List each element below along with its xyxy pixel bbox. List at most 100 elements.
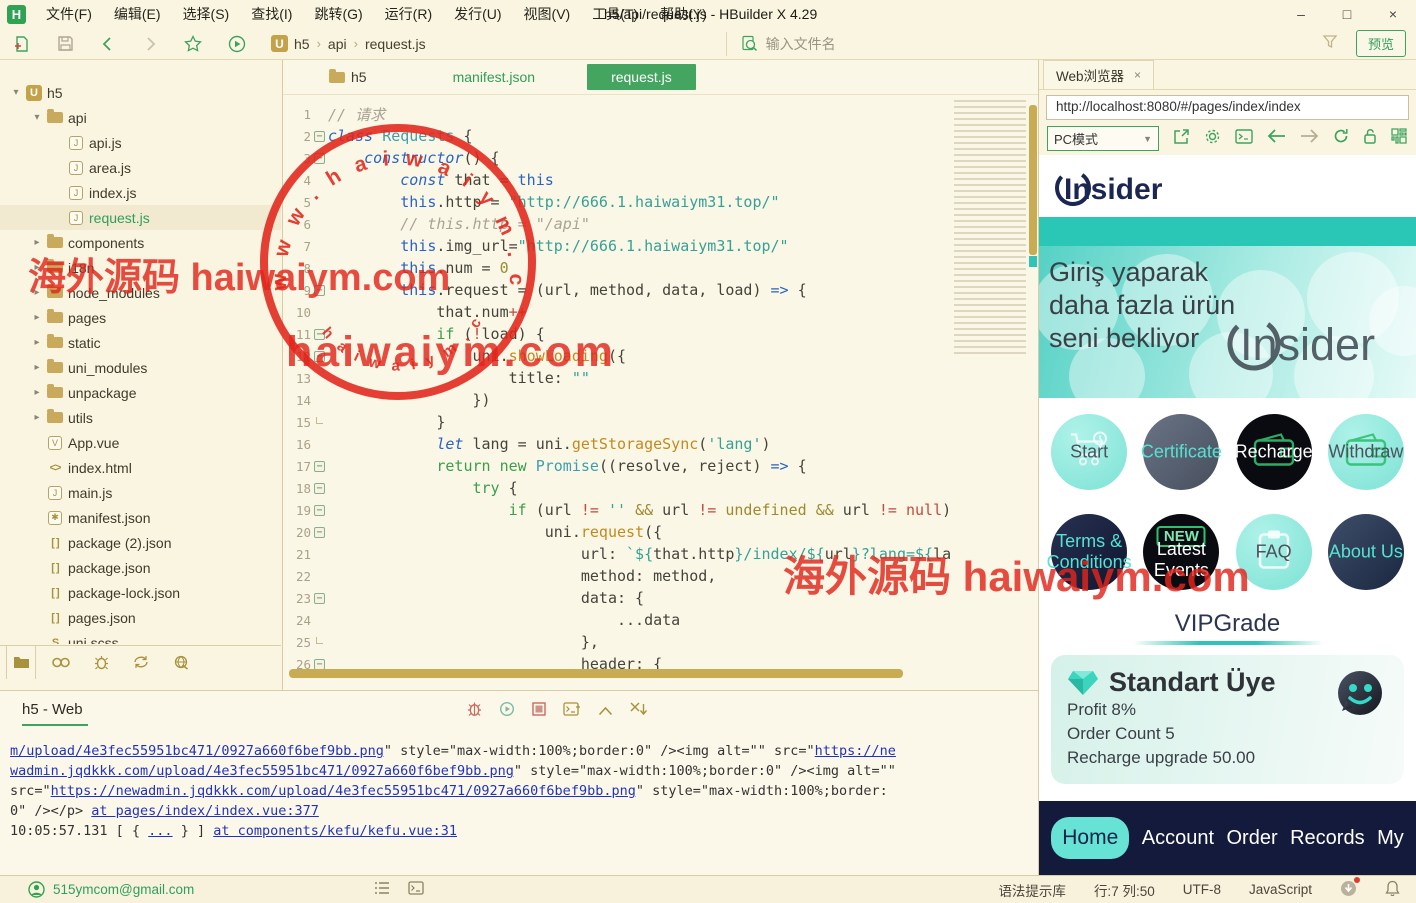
menu-item[interactable]: 视图(V) bbox=[513, 4, 582, 24]
fold-marker-icon[interactable]: − bbox=[311, 351, 328, 362]
device-mode-select[interactable]: PC模式 ▼ bbox=[1047, 126, 1159, 151]
console-link[interactable]: at components/kefu/kefu.vue:31 bbox=[213, 823, 457, 839]
editor-tab-manifest-json[interactable]: manifest.json bbox=[453, 69, 535, 85]
chevron-right-icon[interactable]: ▸ bbox=[29, 412, 45, 423]
tree-item-api-js[interactable]: Japi.js bbox=[0, 130, 281, 155]
horizontal-scrollbar[interactable] bbox=[289, 669, 903, 678]
tree-item-main-js[interactable]: Jmain.js bbox=[0, 480, 281, 505]
cursor-position[interactable]: 行:7 列:50 bbox=[1094, 880, 1155, 900]
fold-marker-icon[interactable]: − bbox=[311, 659, 328, 670]
language-mode[interactable]: JavaScript bbox=[1249, 882, 1312, 897]
vertical-scrollbar[interactable] bbox=[1029, 105, 1037, 255]
fold-collapse-icon[interactable]: − bbox=[314, 461, 325, 472]
menu-item[interactable]: 发行(U) bbox=[443, 4, 512, 24]
nav-item-order[interactable]: Order bbox=[1227, 827, 1278, 850]
chevron-right-icon[interactable]: ▸ bbox=[29, 337, 45, 348]
settings-gear-icon[interactable] bbox=[1204, 128, 1221, 150]
address-bar[interactable]: http://localhost:8080/#/pages/index/inde… bbox=[1046, 95, 1409, 120]
tree-item-api[interactable]: ▾api bbox=[0, 105, 281, 130]
breadcrumb-item[interactable]: request.js bbox=[365, 36, 426, 52]
menu-item[interactable]: 查找(I) bbox=[240, 4, 303, 24]
tree-item-index-js[interactable]: Jindex.js bbox=[0, 180, 281, 205]
shortcut-terms---conditions[interactable]: Terms & Conditions bbox=[1051, 514, 1127, 590]
chevron-right-icon[interactable]: ▸ bbox=[29, 262, 45, 273]
fold-marker-icon[interactable]: − bbox=[311, 285, 328, 296]
files-view-icon[interactable] bbox=[6, 646, 36, 679]
update-icon[interactable] bbox=[1340, 880, 1357, 900]
console-link[interactable]: wadmin.jqdkkk.com/upload/4e3fec55951bc47… bbox=[10, 763, 514, 779]
tree-item-unpackage[interactable]: ▸unpackage bbox=[0, 380, 281, 405]
shortcut-about-us[interactable]: About Us bbox=[1328, 514, 1404, 590]
sync-view-icon[interactable] bbox=[126, 655, 156, 669]
code-editor[interactable]: 1// 请求2−class Requests {3− constructor()… bbox=[283, 103, 951, 675]
refresh-icon[interactable] bbox=[1333, 128, 1349, 149]
browser-tab[interactable]: Web浏览器 × bbox=[1043, 60, 1154, 89]
shortcut-start[interactable]: Start bbox=[1051, 414, 1127, 490]
forward-icon[interactable] bbox=[1300, 129, 1319, 148]
shortcut-latest-events[interactable]: NEWLatest Events bbox=[1143, 514, 1219, 590]
tree-item-h5[interactable]: ▾Uh5 bbox=[0, 80, 281, 105]
fold-collapse-icon[interactable]: − bbox=[314, 483, 325, 494]
debug-bug-icon[interactable] bbox=[467, 701, 482, 722]
account-email[interactable]: 515ymcom@gmail.com bbox=[53, 882, 194, 897]
console-link[interactable]: at pages/index/index.vue:377 bbox=[91, 803, 319, 819]
tree-item-utils[interactable]: ▸utils bbox=[0, 405, 281, 430]
tree-item-manifest-json[interactable]: ✱manifest.json bbox=[0, 505, 281, 530]
chevron-down-icon[interactable]: ▾ bbox=[8, 87, 24, 98]
minimap[interactable] bbox=[954, 100, 1026, 355]
fold-collapse-icon[interactable]: − bbox=[314, 505, 325, 516]
back-icon[interactable] bbox=[1267, 129, 1286, 148]
preview-button[interactable]: 预览 bbox=[1356, 30, 1406, 57]
nav-item-records[interactable]: Records bbox=[1290, 827, 1364, 850]
shortcut-recharge[interactable]: Recharge bbox=[1236, 414, 1312, 490]
fold-collapse-icon[interactable]: − bbox=[314, 329, 325, 340]
tree-item-static[interactable]: ▸static bbox=[0, 330, 281, 355]
fold-marker-icon[interactable]: − bbox=[311, 527, 328, 538]
tree-item-request-js[interactable]: Jrequest.js bbox=[0, 205, 281, 230]
fold-collapse-icon[interactable]: − bbox=[314, 285, 325, 296]
menu-item[interactable]: 跳转(G) bbox=[303, 4, 373, 24]
open-external-icon[interactable] bbox=[1173, 128, 1190, 150]
favorite-icon[interactable] bbox=[184, 35, 202, 53]
console-link[interactable]: m/upload/4e3fec55951bc471/0927a660f6bef9… bbox=[10, 743, 384, 759]
console-link[interactable]: https://ne bbox=[815, 743, 896, 759]
shortcut-withdraw[interactable]: Withdraw bbox=[1328, 414, 1404, 490]
filter-icon[interactable] bbox=[1322, 33, 1338, 54]
collapse-icon[interactable] bbox=[598, 703, 613, 721]
lock-icon[interactable] bbox=[1363, 128, 1377, 149]
tree-item-package-lock-json[interactable]: [ ]package-lock.json bbox=[0, 580, 281, 605]
close-button[interactable]: × bbox=[1370, 0, 1416, 28]
search-view-icon[interactable] bbox=[46, 656, 76, 669]
hero-banner[interactable]: Giriş yaparak daha fazla ürün seni bekli… bbox=[1039, 246, 1416, 398]
outline-list-icon[interactable] bbox=[374, 881, 390, 898]
console-link[interactable]: https://newadmin.jqdkkk.com/upload/4e3fe… bbox=[51, 783, 636, 799]
bell-icon[interactable] bbox=[1385, 880, 1400, 899]
tree-item-node-modules[interactable]: ▸node_modules bbox=[0, 280, 281, 305]
chevron-right-icon[interactable]: ▸ bbox=[29, 237, 45, 248]
new-file-icon[interactable] bbox=[13, 35, 31, 53]
breadcrumb-item[interactable]: h5 bbox=[294, 36, 310, 52]
tree-item-uni-scss[interactable]: Suni.scss bbox=[0, 630, 281, 644]
minimize-button[interactable]: – bbox=[1278, 0, 1324, 28]
menu-item[interactable]: 编辑(E) bbox=[103, 4, 172, 24]
shortcut-certificate[interactable]: Certificate bbox=[1143, 414, 1219, 490]
fold-collapse-icon[interactable]: − bbox=[314, 351, 325, 362]
chevron-right-icon[interactable]: ▸ bbox=[29, 387, 45, 398]
breadcrumb-item[interactable]: api bbox=[328, 36, 347, 52]
fold-collapse-icon[interactable]: − bbox=[314, 593, 325, 604]
qrcode-icon[interactable] bbox=[1391, 128, 1407, 149]
encoding[interactable]: UTF-8 bbox=[1183, 882, 1221, 897]
stop-icon[interactable] bbox=[532, 702, 546, 721]
back-icon[interactable] bbox=[100, 36, 116, 52]
chevron-right-icon[interactable]: ▸ bbox=[29, 287, 45, 298]
restart-icon[interactable] bbox=[499, 701, 515, 722]
console-tab[interactable]: h5 - Web bbox=[22, 701, 83, 718]
file-search-box[interactable]: 输入文件名 bbox=[726, 32, 1322, 56]
nav-item-account[interactable]: Account bbox=[1142, 827, 1214, 850]
editor-tab-h5[interactable]: h5 bbox=[329, 69, 367, 85]
fold-marker-icon[interactable]: − bbox=[311, 483, 328, 494]
nav-item-home[interactable]: Home bbox=[1051, 817, 1129, 859]
new-terminal-icon[interactable] bbox=[563, 702, 581, 722]
fold-marker-icon[interactable]: − bbox=[311, 153, 328, 164]
chevron-right-icon[interactable]: ▸ bbox=[29, 362, 45, 373]
